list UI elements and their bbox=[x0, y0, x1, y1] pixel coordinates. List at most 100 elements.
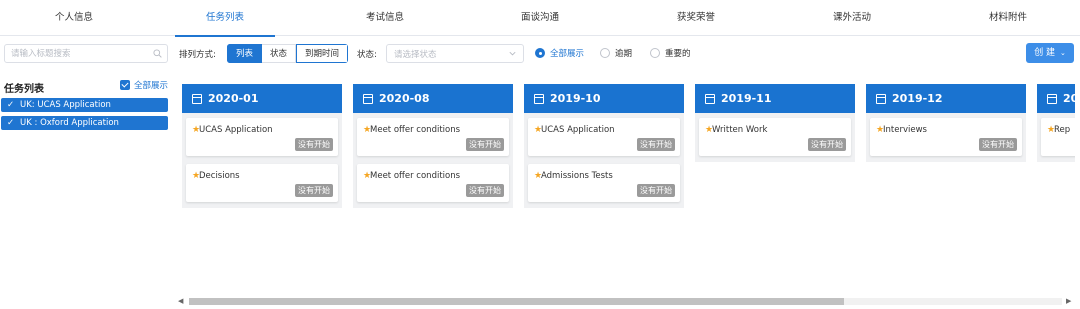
create-button-label: 创 建 bbox=[1034, 48, 1056, 58]
tab-item[interactable]: 课外活动 bbox=[792, 0, 912, 36]
tab-item[interactable]: 面谈沟通 bbox=[480, 0, 600, 36]
sidebar-application-item[interactable]: ✓ UK : Oxford Application bbox=[1, 116, 168, 130]
chevron-down-icon bbox=[509, 51, 516, 56]
task-board: 2020-01 ★ UCAS Application 没有开始 ★ Decisions 没有… bbox=[182, 84, 1075, 294]
sort-toggle-group: 列表 状态 到期时间 bbox=[227, 44, 349, 63]
task-title: Meet offer conditions bbox=[370, 125, 461, 135]
tab-item[interactable]: 个人信息 bbox=[14, 0, 134, 36]
task-title: Interviews bbox=[883, 125, 927, 135]
filter-radio-label: 全部展示 bbox=[550, 49, 585, 59]
task-card[interactable]: ★ Decisions 没有开始 bbox=[186, 164, 338, 202]
tab-item[interactable]: 获奖荣誉 bbox=[636, 0, 756, 36]
column-date: 2020-01 bbox=[208, 92, 259, 105]
column-body: ★ Rep bbox=[1037, 113, 1075, 162]
checkbox-checked-icon[interactable] bbox=[120, 80, 130, 90]
sort-option-button[interactable]: 到期时间 bbox=[296, 44, 349, 63]
status-badge: 没有开始 bbox=[466, 138, 504, 151]
check-icon: ✓ bbox=[7, 100, 15, 110]
show-all-checkbox[interactable]: 全部展示 bbox=[120, 79, 168, 91]
column-body: ★ Interviews 没有开始 bbox=[866, 113, 1026, 162]
column-date: 2019-11 bbox=[721, 92, 772, 105]
status-badge: 没有开始 bbox=[637, 184, 675, 197]
task-title: UCAS Application bbox=[541, 125, 615, 135]
calendar-icon bbox=[363, 93, 373, 104]
column-body: ★ Written Work 没有开始 bbox=[695, 113, 855, 162]
sort-option-button[interactable]: 列表 bbox=[227, 44, 263, 63]
column-header: 2019-10 bbox=[524, 84, 684, 113]
chevron-down-icon: ⌄ bbox=[1059, 49, 1066, 57]
task-card[interactable]: ★ Rep bbox=[1041, 118, 1075, 156]
search-icon[interactable] bbox=[153, 49, 162, 58]
filter-radio[interactable]: 重要的 bbox=[650, 47, 691, 59]
task-title: Meet offer conditions bbox=[370, 171, 461, 181]
application-label: UK : Oxford Application bbox=[20, 118, 119, 128]
task-title: Admissions Tests bbox=[541, 171, 613, 181]
calendar-icon bbox=[705, 93, 715, 104]
sort-option-button[interactable]: 状态 bbox=[262, 44, 297, 63]
column-body: ★ Meet offer conditions 没有开始 ★ Meet offer co… bbox=[353, 113, 513, 208]
calendar-icon bbox=[534, 93, 544, 104]
status-badge: 没有开始 bbox=[295, 138, 333, 151]
filter-radio-label: 逾期 bbox=[615, 49, 633, 59]
filter-radio[interactable]: 逾期 bbox=[600, 47, 632, 59]
column-header: 20 bbox=[1037, 84, 1075, 113]
filter-radio-label: 重要的 bbox=[665, 49, 691, 59]
task-card[interactable]: ★ Admissions Tests 没有开始 bbox=[528, 164, 680, 202]
column-date: 20 bbox=[1063, 92, 1075, 105]
show-all-label: 全部展示 bbox=[134, 81, 169, 91]
task-card[interactable]: ★ UCAS Application 没有开始 bbox=[186, 118, 338, 156]
task-card[interactable]: ★ Meet offer conditions 没有开始 bbox=[357, 118, 509, 156]
task-title: UCAS Application bbox=[199, 125, 273, 135]
radio-icon[interactable] bbox=[650, 48, 660, 58]
create-button[interactable]: 创 建 ⌄ bbox=[1026, 43, 1074, 63]
scrollbar-thumb[interactable] bbox=[189, 298, 844, 305]
calendar-icon bbox=[192, 93, 202, 104]
task-card[interactable]: ★ Meet offer conditions 没有开始 bbox=[357, 164, 509, 202]
task-title: Rep bbox=[1054, 125, 1071, 135]
tab-item[interactable]: 材料附件 bbox=[948, 0, 1068, 36]
column-header: 2019-11 bbox=[695, 84, 855, 113]
column-date: 2019-10 bbox=[550, 92, 601, 105]
status-badge: 没有开始 bbox=[637, 138, 675, 151]
tab-item[interactable]: 任务列表 bbox=[165, 0, 285, 37]
sidebar-application-item[interactable]: ✓ UK: UCAS Application bbox=[1, 98, 168, 112]
task-title: Written Work bbox=[712, 125, 768, 135]
search-input[interactable] bbox=[11, 46, 151, 61]
date-column: 20 ★ Rep bbox=[1037, 84, 1075, 162]
scroll-left-arrow-icon[interactable]: ◀ bbox=[178, 297, 183, 305]
task-title: Decisions bbox=[199, 171, 240, 181]
date-column: 2020-08 ★ Meet offer conditions 没有开始 ★ Meet o… bbox=[353, 84, 513, 208]
filter-radio[interactable]: 全部展示 bbox=[535, 47, 584, 59]
calendar-icon bbox=[1047, 93, 1057, 104]
column-header: 2020-01 bbox=[182, 84, 342, 113]
task-list-page: 个人信息任务列表 考试信息面谈沟通获奖荣誉课外活动材料附件 任务列表 全部展示 ✓… bbox=[0, 0, 1080, 309]
status-select[interactable]: 请选择状态 bbox=[386, 44, 524, 63]
date-column: 2020-01 ★ UCAS Application 没有开始 ★ Decisions 没有… bbox=[182, 84, 342, 208]
date-column: 2019-11 ★ Written Work 没有开始 bbox=[695, 84, 855, 162]
column-date: 2019-12 bbox=[892, 92, 943, 105]
column-body: ★ UCAS Application 没有开始 ★ Admissions Tests 没有… bbox=[524, 113, 684, 208]
date-column: 2019-12 ★ Interviews 没有开始 bbox=[866, 84, 1026, 162]
radio-icon[interactable] bbox=[535, 48, 545, 58]
task-card[interactable]: ★ Interviews 没有开始 bbox=[870, 118, 1022, 156]
date-column: 2019-10 ★ UCAS Application 没有开始 ★ Admissions … bbox=[524, 84, 684, 208]
status-badge: 没有开始 bbox=[295, 184, 333, 197]
check-icon: ✓ bbox=[7, 118, 15, 128]
calendar-icon bbox=[876, 93, 886, 104]
status-badge: 没有开始 bbox=[979, 138, 1017, 151]
radio-icon[interactable] bbox=[600, 48, 610, 58]
status-label: 状态: bbox=[357, 50, 377, 60]
column-date: 2020-08 bbox=[379, 92, 430, 105]
application-label: UK: UCAS Application bbox=[20, 100, 111, 110]
scroll-right-arrow-icon[interactable]: ▶ bbox=[1066, 297, 1071, 305]
task-card[interactable]: ★ Written Work 没有开始 bbox=[699, 118, 851, 156]
column-header: 2019-12 bbox=[866, 84, 1026, 113]
sort-label: 排列方式: bbox=[179, 50, 216, 60]
task-card[interactable]: ★ UCAS Application 没有开始 bbox=[528, 118, 680, 156]
status-select-placeholder: 请选择状态 bbox=[394, 50, 437, 60]
horizontal-scrollbar[interactable]: ◀ ▶ bbox=[176, 296, 1076, 306]
top-tabs: 个人信息 任务列表 考试信息 面谈沟通 获奖荣誉 课外活动 材料附件 bbox=[0, 0, 1080, 37]
sidebar-title: 任务列表 bbox=[4, 84, 44, 95]
search-box[interactable] bbox=[4, 44, 168, 63]
tab-item[interactable]: 考试信息 bbox=[325, 0, 445, 36]
